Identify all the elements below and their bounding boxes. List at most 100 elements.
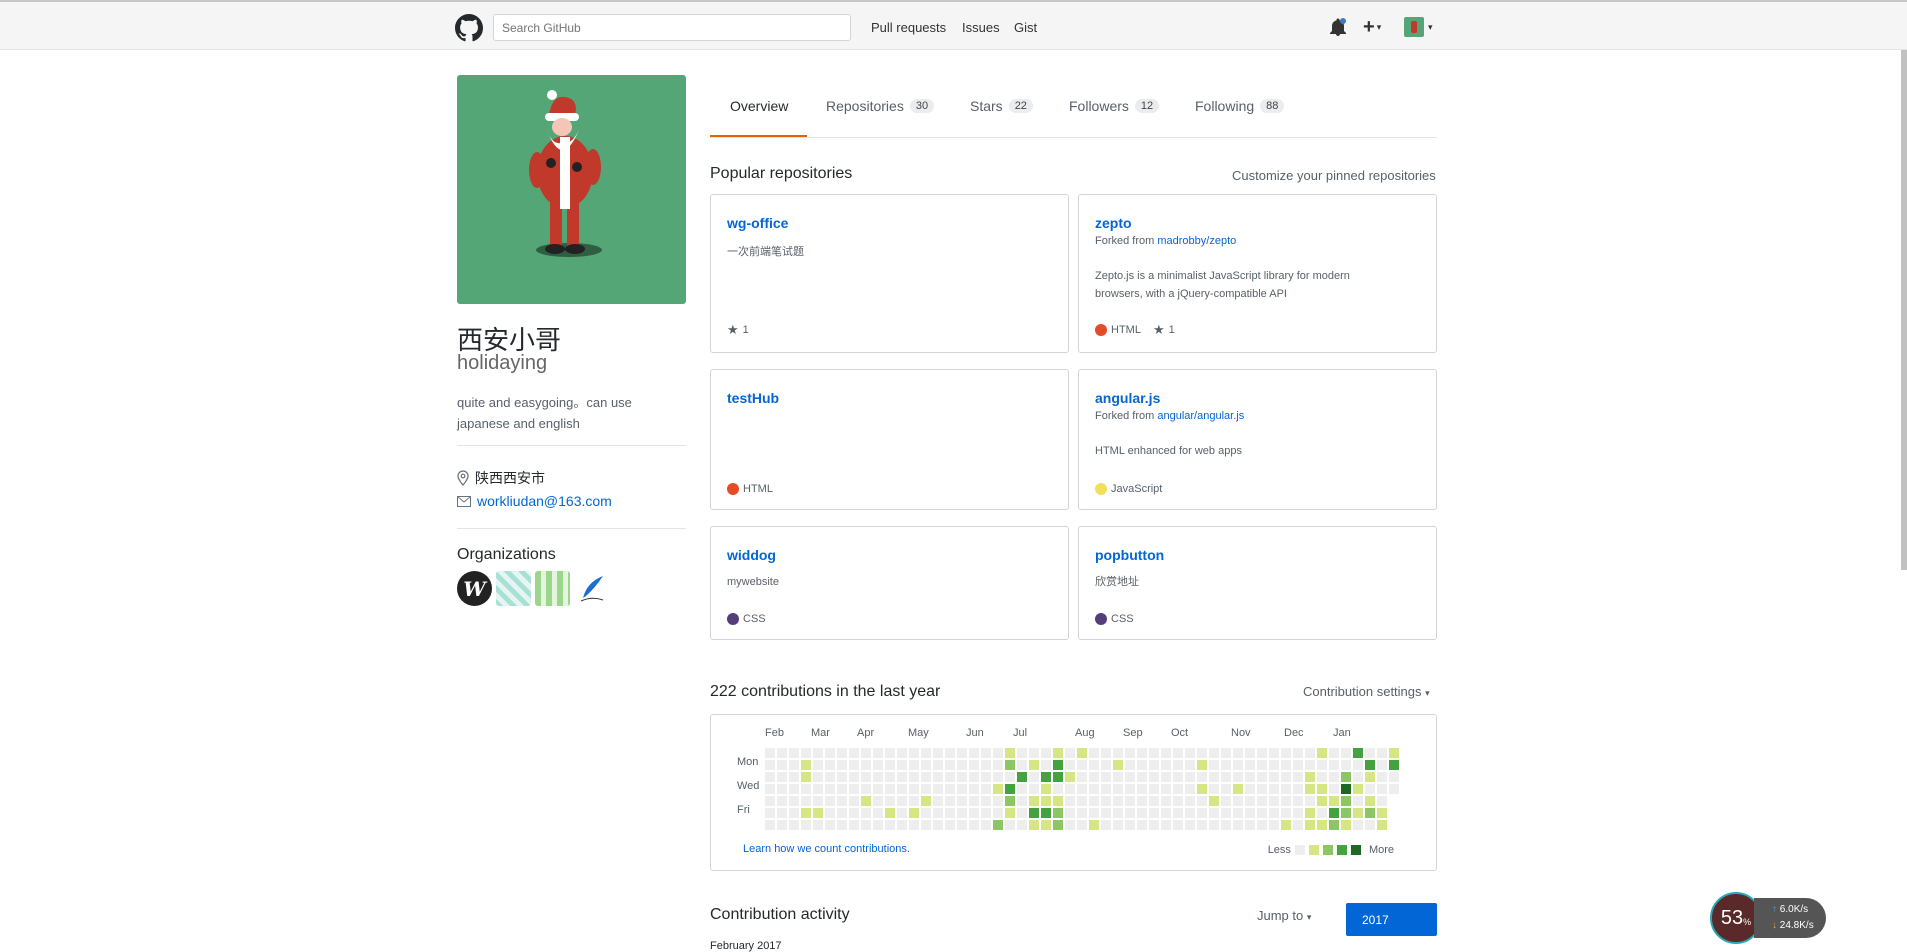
contribution-day[interactable] [1365, 772, 1375, 782]
contribution-day[interactable] [1137, 760, 1147, 770]
contribution-day[interactable] [1185, 784, 1195, 794]
tab-repositories[interactable]: Repositories 30 [826, 98, 935, 114]
search-input[interactable] [493, 14, 851, 41]
contribution-day[interactable] [1173, 808, 1183, 818]
contribution-day[interactable] [861, 772, 871, 782]
contribution-day[interactable] [1305, 820, 1315, 830]
contribution-day[interactable] [885, 808, 895, 818]
contribution-day[interactable] [945, 820, 955, 830]
contribution-day[interactable] [1125, 772, 1135, 782]
contribution-day[interactable] [981, 748, 991, 758]
contribution-day[interactable] [993, 820, 1003, 830]
contribution-day[interactable] [1365, 748, 1375, 758]
contribution-day[interactable] [957, 748, 967, 758]
contribution-day[interactable] [1221, 820, 1231, 830]
contribution-day[interactable] [1257, 772, 1267, 782]
contribution-day[interactable] [1077, 760, 1087, 770]
contribution-day[interactable] [1293, 748, 1303, 758]
contribution-day[interactable] [945, 772, 955, 782]
scrollbar[interactable] [1901, 50, 1907, 570]
contribution-day[interactable] [1185, 796, 1195, 806]
contribution-day[interactable] [1077, 772, 1087, 782]
contribution-day[interactable] [969, 748, 979, 758]
contribution-day[interactable] [885, 772, 895, 782]
contribution-day[interactable] [1173, 760, 1183, 770]
contribution-day[interactable] [1329, 808, 1339, 818]
contribution-day[interactable] [1017, 820, 1027, 830]
contribution-day[interactable] [1377, 820, 1387, 830]
contribution-day[interactable] [873, 784, 883, 794]
contribution-day[interactable] [765, 784, 775, 794]
contribution-day[interactable] [885, 784, 895, 794]
nav-pull-requests[interactable]: Pull requests [871, 20, 946, 35]
contribution-day[interactable] [1233, 808, 1243, 818]
contribution-day[interactable] [1065, 784, 1075, 794]
contribution-day[interactable] [1185, 772, 1195, 782]
contribution-day[interactable] [849, 748, 859, 758]
contribution-day[interactable] [1185, 760, 1195, 770]
contribution-day[interactable] [1065, 760, 1075, 770]
contribution-day[interactable] [1389, 748, 1399, 758]
contribution-day[interactable] [981, 820, 991, 830]
contribution-day[interactable] [1293, 772, 1303, 782]
contribution-day[interactable] [1053, 808, 1063, 818]
contribution-day[interactable] [1017, 796, 1027, 806]
contribution-day[interactable] [957, 784, 967, 794]
contribution-day[interactable] [1305, 772, 1315, 782]
contribution-day[interactable] [1005, 772, 1015, 782]
repo-name-link[interactable]: zepto [1095, 215, 1132, 231]
contribution-day[interactable] [1065, 796, 1075, 806]
contribution-day[interactable] [897, 772, 907, 782]
contribution-day[interactable] [1257, 760, 1267, 770]
contribution-day[interactable] [933, 772, 943, 782]
contribution-day[interactable] [1233, 784, 1243, 794]
contribution-day[interactable] [981, 796, 991, 806]
contribution-day[interactable] [921, 772, 931, 782]
contribution-day[interactable] [837, 808, 847, 818]
contribution-day[interactable] [897, 760, 907, 770]
contribution-day[interactable] [1281, 808, 1291, 818]
contribution-day[interactable] [969, 784, 979, 794]
contribution-day[interactable] [1077, 784, 1087, 794]
contribution-day[interactable] [1365, 760, 1375, 770]
contribution-day[interactable] [1341, 808, 1351, 818]
contribution-day[interactable] [1377, 760, 1387, 770]
contribution-day[interactable] [1125, 820, 1135, 830]
contribution-day[interactable] [1173, 820, 1183, 830]
repo-name-link[interactable]: widdog [727, 547, 776, 563]
org-teal-avatar[interactable] [496, 571, 531, 606]
contribution-day[interactable] [1245, 784, 1255, 794]
contribution-day[interactable] [1149, 808, 1159, 818]
contribution-day[interactable] [1173, 772, 1183, 782]
tab-following[interactable]: Following 88 [1195, 98, 1285, 114]
contribution-day[interactable] [1101, 760, 1111, 770]
contribution-day[interactable] [993, 808, 1003, 818]
contribution-day[interactable] [1293, 796, 1303, 806]
repo-name-link[interactable]: popbutton [1095, 547, 1164, 563]
contribution-day[interactable] [969, 796, 979, 806]
contribution-day[interactable] [1029, 808, 1039, 818]
contribution-day[interactable] [813, 760, 823, 770]
contribution-day[interactable] [1257, 748, 1267, 758]
contribution-day[interactable] [1053, 760, 1063, 770]
contribution-day[interactable] [1221, 760, 1231, 770]
contribution-day[interactable] [1089, 748, 1099, 758]
contribution-day[interactable] [1281, 784, 1291, 794]
contribution-day[interactable] [1269, 772, 1279, 782]
contribution-day[interactable] [1041, 808, 1051, 818]
contribution-day[interactable] [1209, 784, 1219, 794]
contribution-day[interactable] [873, 772, 883, 782]
repo-name-link[interactable]: testHub [727, 390, 779, 406]
contribution-day[interactable] [909, 820, 919, 830]
contribution-day[interactable] [825, 820, 835, 830]
contribution-day[interactable] [1221, 772, 1231, 782]
contribution-day[interactable] [981, 760, 991, 770]
contribution-day[interactable] [789, 760, 799, 770]
contribution-day[interactable] [789, 784, 799, 794]
contribution-day[interactable] [801, 796, 811, 806]
contribution-day[interactable] [1077, 820, 1087, 830]
repo-name-link[interactable]: angular.js [1095, 390, 1160, 406]
contribution-day[interactable] [1005, 796, 1015, 806]
contribution-day[interactable] [873, 808, 883, 818]
contribution-day[interactable] [1053, 772, 1063, 782]
